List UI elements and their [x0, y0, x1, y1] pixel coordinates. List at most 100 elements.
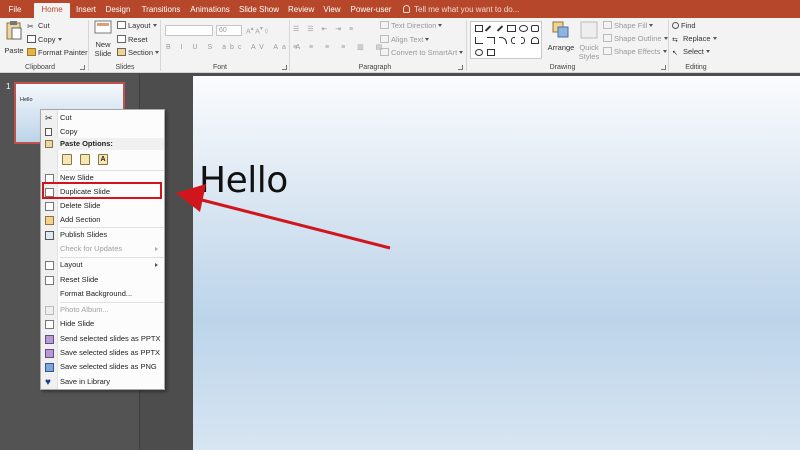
slide-number: 1 [6, 82, 11, 91]
paste-text-only-icon[interactable]: A [98, 154, 108, 165]
shapes-gallery[interactable] [470, 21, 542, 59]
tab-transitions[interactable]: Transitions [140, 3, 182, 18]
new-slide-button[interactable]: New Slide [91, 20, 115, 58]
font-size-box[interactable]: 60 [216, 25, 242, 36]
find-button[interactable]: Find [672, 21, 696, 32]
menu-item-photo-album[interactable]: Photo Album... [41, 303, 164, 317]
menu-label: Check for Updates [60, 244, 123, 253]
star-shape-icon[interactable] [531, 37, 539, 44]
tab-view[interactable]: View [322, 3, 342, 18]
elbow-shape-icon[interactable] [487, 37, 495, 44]
shape-outline-button[interactable]: Shape Outline [603, 34, 668, 45]
copy-button[interactable]: Copy [27, 35, 62, 46]
layout-button[interactable]: Layout [117, 21, 157, 32]
ribbon: Paste ✂ Cut Copy Format Painter Clipboard… [0, 18, 800, 73]
list-indent-icons[interactable]: ☰ ☰ ⇤ ⇥ ≡ [293, 25, 356, 34]
rectangle-shape-icon-2[interactable] [507, 25, 516, 32]
format-painter-button[interactable]: Format Painter [27, 48, 88, 59]
slide-canvas[interactable] [193, 76, 800, 450]
paint-bucket-icon [603, 21, 612, 29]
arrow-shape-icon[interactable] [496, 25, 504, 32]
tab-insert[interactable]: Insert [74, 3, 98, 18]
menu-label: Publish Slides [60, 230, 108, 239]
menu-item-format-background[interactable]: Format Background... [41, 287, 164, 301]
menu-item-layout[interactable]: Layout [41, 258, 164, 272]
menu-item-save-in-library[interactable]: ♥ Save in Library [41, 375, 164, 389]
shape-effects-label: Shape Effects [614, 47, 661, 56]
curve-shape-icon[interactable] [499, 37, 507, 44]
select-button[interactable]: ↖ Select [672, 47, 710, 58]
slides-group-label: Slides [115, 64, 135, 71]
paste-use-destination-icon[interactable] [62, 154, 72, 165]
paste-icon [45, 140, 53, 148]
tab-slide-show[interactable]: Slide Show [238, 3, 280, 18]
tab-design[interactable]: Design [104, 3, 132, 18]
align-text-button[interactable]: Align Text [380, 35, 430, 46]
layout-icon [117, 21, 126, 29]
font-size-icons[interactable]: A▴ A▾ ◊ [246, 25, 268, 35]
replace-button[interactable]: ⇆ Replace [672, 34, 717, 45]
publish-icon [45, 231, 54, 240]
reset-button[interactable]: Reset [117, 35, 148, 46]
menu-label: Add Section [60, 215, 101, 224]
arrange-button[interactable]: Arrange [547, 21, 575, 52]
smartart-icon [380, 48, 389, 56]
tab-home[interactable]: Home [34, 3, 70, 18]
replace-label: Replace [683, 34, 711, 43]
rounded-rect-shape-icon[interactable] [531, 25, 539, 32]
connector-shape-icon[interactable] [475, 37, 483, 44]
slide-title-text[interactable]: Hello [199, 160, 288, 201]
clipboard-launcher-icon[interactable] [80, 65, 85, 70]
menu-item-cut[interactable]: ✂ Cut [41, 111, 164, 125]
tell-me-search[interactable]: Tell me what you want to do... [403, 3, 519, 16]
tab-file[interactable]: File [4, 3, 26, 18]
section-button[interactable]: Section [117, 48, 160, 59]
menu-item-send-pptx[interactable]: Send selected slides as PPTX [41, 332, 164, 346]
paragraph-launcher-icon[interactable] [458, 65, 463, 70]
thumbnail-title: Hello [20, 97, 33, 103]
text-direction-button[interactable]: Text Direction [380, 21, 443, 32]
menu-item-hide-slide[interactable]: Hide Slide [41, 317, 164, 331]
tab-review[interactable]: Review [288, 3, 314, 18]
paste-keep-formatting-icon[interactable] [80, 154, 90, 165]
menu-item-save-png[interactable]: Save selected slides as PNG [41, 360, 164, 374]
new-slide-label: New [95, 40, 111, 49]
clipboard-group-label: Clipboard [25, 64, 55, 71]
circle-shape-icon[interactable] [475, 49, 483, 56]
font-name-box[interactable] [165, 25, 213, 36]
convert-smartart-button[interactable]: Convert to SmartArt [380, 48, 464, 59]
shape-effects-button[interactable]: Shape Effects [603, 47, 667, 58]
menu-item-check-for-updates[interactable]: Check for Updates [41, 242, 164, 256]
menu-item-copy[interactable]: Copy [41, 125, 164, 139]
menu-item-save-pptx[interactable]: Save selected slides as PPTX [41, 346, 164, 360]
find-label: Find [681, 21, 696, 30]
oval-shape-icon[interactable] [519, 25, 528, 32]
alignment-icons[interactable]: ≡ ≡ ≡ ≡ ▥ ▤ [293, 43, 387, 52]
square-shape-icon[interactable] [487, 49, 495, 56]
submenu-arrow-icon [155, 247, 158, 251]
annotation-highlight-box [42, 182, 162, 199]
search-icon [672, 22, 679, 29]
brace-shape-icon[interactable] [511, 37, 515, 44]
menu-item-publish-slides[interactable]: Publish Slides [41, 228, 164, 242]
menu-item-delete-slide[interactable]: Delete Slide [41, 199, 164, 213]
font-format-icons[interactable]: B I U S abc AV Aa A [166, 43, 304, 52]
rectangle-shape-icon[interactable] [475, 25, 483, 32]
cut-button[interactable]: ✂ Cut [27, 21, 50, 32]
font-launcher-icon[interactable] [282, 65, 287, 70]
tab-power-user[interactable]: Power-user [350, 3, 392, 18]
menu-item-reset-slide[interactable]: Reset Slide [41, 273, 164, 287]
add-section-icon [45, 216, 54, 225]
cut-label: Cut [38, 21, 50, 30]
quick-styles-button[interactable]: Quick Styles [577, 21, 601, 61]
format-painter-icon [27, 48, 36, 56]
text-direction-label: Text Direction [391, 21, 437, 30]
tab-animations[interactable]: Animations [189, 3, 231, 18]
line-shape-icon[interactable] [484, 25, 492, 32]
brace-right-shape-icon[interactable] [521, 37, 525, 44]
menu-item-add-section[interactable]: Add Section [41, 213, 164, 227]
quick-styles-icon [580, 21, 598, 39]
drawing-launcher-icon[interactable] [661, 65, 666, 70]
paste-button[interactable]: Paste [3, 20, 25, 55]
shape-fill-button[interactable]: Shape Fill [603, 21, 654, 32]
